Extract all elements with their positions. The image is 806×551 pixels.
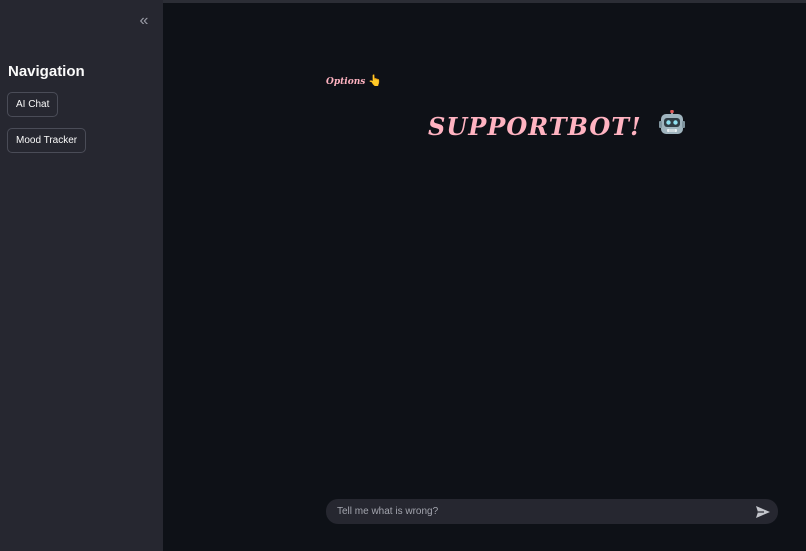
send-button[interactable] [755,504,771,520]
send-icon [756,506,770,518]
page-title: SUPPORTBOT! [428,109,686,142]
navigation-title: Navigation [8,63,85,80]
sidebar: « Navigation AI Chat Mood Tracker [0,0,163,551]
options-label[interactable]: Options 👆 [326,74,382,87]
chat-input-container [326,499,778,524]
robot-icon [659,109,686,142]
ai-chat-button[interactable]: AI Chat [7,92,59,117]
pointing-hand-icon: 👆 [368,74,383,87]
chat-input[interactable] [337,499,737,524]
title-text: SUPPORTBOT! [428,112,642,141]
collapse-sidebar-button[interactable]: « [134,12,154,30]
mood-tracker-button[interactable]: Mood Tracker [7,128,87,153]
main-area [163,3,806,551]
double-chevron-left-icon: « [139,12,149,29]
options-text: Options [326,77,366,87]
